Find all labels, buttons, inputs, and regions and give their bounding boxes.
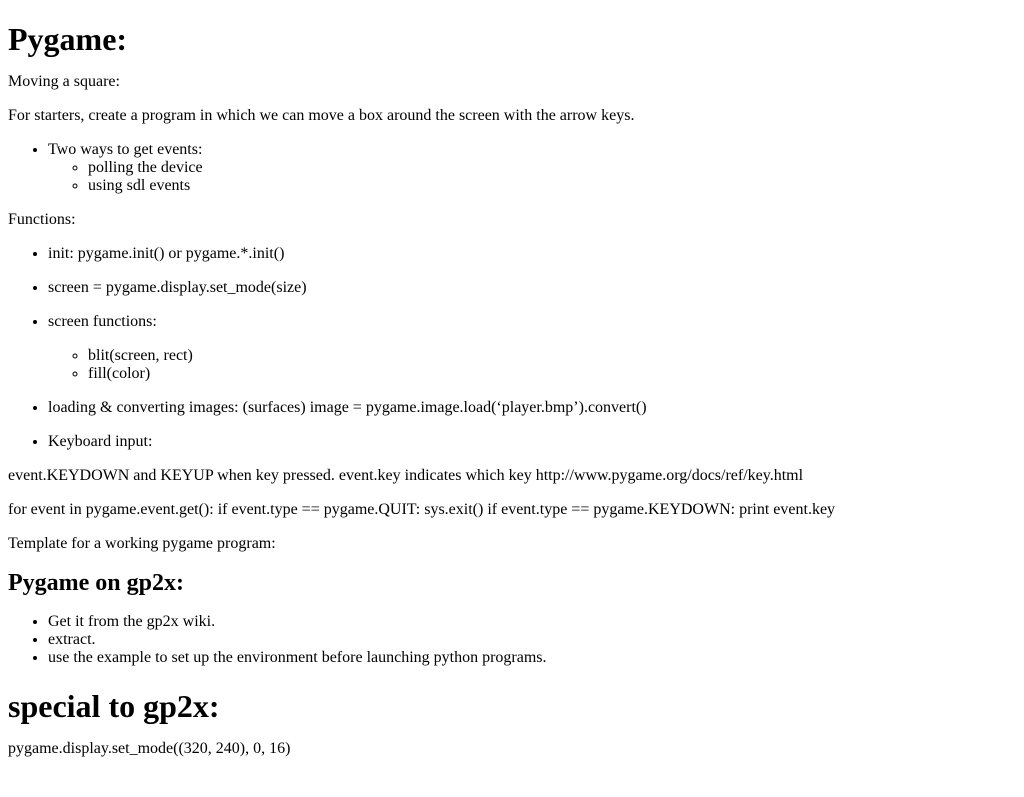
gp2x-list-item: use the example to set up the environmen… <box>48 649 1016 667</box>
functions-heading: Functions: <box>8 211 76 228</box>
functions-list: init: pygame.init() or pygame.*.init() s… <box>8 245 1016 451</box>
function-screen-functions: screen functions: <box>48 313 1016 331</box>
intro-subtitle: Moving a square: <box>8 73 120 90</box>
functions-list-item: screen = pygame.display.set_mode(size) <box>48 279 1016 297</box>
function-images: loading & converting images: (surfaces) … <box>48 399 647 416</box>
events-subitem: using sdl events <box>88 177 1016 195</box>
gp2x-heading: Pygame on gp2x: <box>8 570 184 596</box>
events-list: Two ways to get events: polling the devi… <box>8 141 1016 195</box>
functions-list-item: init: pygame.init() or pygame.*.init() <box>48 245 1016 263</box>
gp2x-list-item: Get it from the gp2x wiki. <box>48 613 1016 631</box>
gp2x-list-item: extract. <box>48 631 1016 649</box>
screen-function-subitem: blit(screen, rect) <box>88 347 1016 365</box>
template-text: Template for a working pygame program: <box>8 535 276 552</box>
screen-functions-sublist: blit(screen, rect) fill(color) <box>48 347 1016 383</box>
special-heading: special to gp2x: <box>8 688 220 724</box>
intro-text: For starters, create a program in which … <box>8 107 635 124</box>
gp2x-list: Get it from the gp2x wiki. extract. use … <box>8 613 1016 667</box>
special-text: pygame.display.set_mode((320, 240), 0, 1… <box>8 740 291 757</box>
events-list-item: Two ways to get events: polling the devi… <box>48 141 1016 195</box>
events-subitem: polling the device <box>88 159 1016 177</box>
events-list-item-label: Two ways to get events: <box>48 141 203 158</box>
functions-list-item: Keyboard input: <box>48 433 1016 451</box>
page-title: Pygame: <box>8 21 128 57</box>
functions-list-item: screen functions: blit(screen, rect) fil… <box>48 313 1016 383</box>
function-keyboard: Keyboard input: <box>48 433 153 450</box>
functions-list-item: loading & converting images: (surfaces) … <box>48 399 1016 417</box>
events-sublist: polling the device using sdl events <box>48 159 1016 195</box>
function-init: init: pygame.init() or pygame.*.init() <box>48 245 285 262</box>
function-screen: screen = pygame.display.set_mode(size) <box>48 279 307 296</box>
loop-text: for event in pygame.event.get(): if even… <box>8 501 836 518</box>
screen-function-subitem: fill(color) <box>88 365 1016 383</box>
keydown-text: event.KEYDOWN and KEYUP when key pressed… <box>8 467 804 484</box>
screen-functions-label: screen functions: <box>48 313 157 330</box>
